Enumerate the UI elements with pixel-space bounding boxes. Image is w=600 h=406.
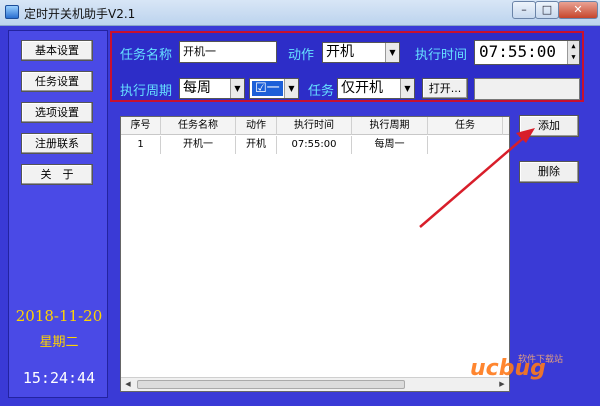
watermark-subtext: 软件下载站 xyxy=(518,355,564,365)
arrow-shaft xyxy=(419,133,529,228)
annotation-arrow xyxy=(419,128,535,228)
